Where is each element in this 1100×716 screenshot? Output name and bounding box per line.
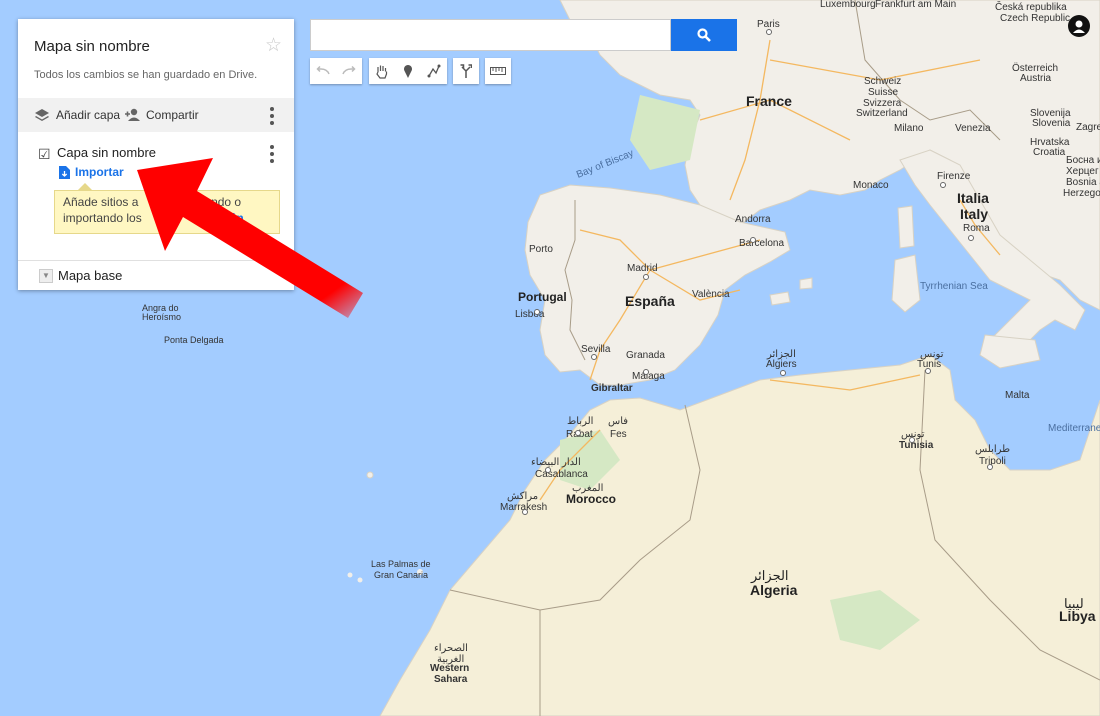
map-label-barcelona: Barcelona [739, 238, 784, 249]
map-label-slovenia: Slovenia [1032, 118, 1071, 129]
map-label-cesko: Česká republika [995, 0, 1067, 13]
tooltip-more-link[interactable]: mación [202, 211, 244, 225]
map-title[interactable]: Mapa sin nombre [34, 38, 150, 55]
map-label-milano: Milano [894, 123, 924, 134]
map-label-algeria: Algeria [750, 582, 798, 598]
map-label-mediterranean: Mediterranean [1048, 423, 1100, 434]
map-label-andorra: Andorra [735, 214, 771, 225]
save-status: Todos los cambios se han guardado en Dri… [34, 69, 258, 81]
directions-icon[interactable] [453, 58, 479, 84]
map-label-tunisia: Tunisia [899, 440, 934, 451]
map-label-venezia: Venezia [955, 123, 991, 134]
map-label-algiers: Algiers [766, 359, 797, 370]
search-icon [697, 28, 711, 42]
file-import-icon [59, 165, 70, 179]
base-map-section[interactable]: ▼ Mapa base [18, 260, 294, 291]
layer-visibility-checkbox[interactable]: ☑ [38, 146, 51, 163]
map-label-morocco: Morocco [566, 492, 616, 506]
map-label-italy: Italy [960, 206, 988, 222]
ruler-icon[interactable] [485, 58, 511, 84]
map-label-sevilla: Sevilla [581, 344, 611, 355]
account-avatar[interactable] [1068, 15, 1090, 37]
map-label-lisboa: Lisboa [515, 309, 545, 320]
map-label-roma: Roma [963, 223, 990, 234]
map-label-porto: Porto [529, 244, 553, 255]
map-label-paris: Paris [757, 19, 780, 30]
map-label-herceg2: Herzegovina [1063, 188, 1100, 199]
map-label-casablanca-ar: الدار البيضاء [531, 457, 581, 468]
layer-item: ☑ Capa sin nombre Importar Añade sitios … [18, 132, 294, 260]
map-label-bosna1: Босна и [1066, 155, 1100, 166]
map-label-las-palmas1: Las Palmas de [371, 559, 431, 569]
redo-icon[interactable] [336, 58, 362, 84]
map-label-portugal: Portugal [518, 290, 567, 304]
base-map-label: Mapa base [58, 268, 123, 283]
map-label-luxembourg: Luxembourg [820, 0, 876, 10]
map-label-suisse: Suisse [868, 87, 898, 98]
map-label-ponta-delgada: Ponta Delgada [164, 335, 224, 345]
map-label-switzerland: Switzerland [856, 108, 908, 119]
map-label-tripoli-ar: طرابلس [975, 444, 1010, 455]
add-marker-icon[interactable] [395, 58, 421, 84]
map-label-casablanca: Casablanca [535, 469, 588, 480]
draw-line-icon[interactable] [421, 58, 447, 84]
search-button[interactable] [671, 19, 737, 51]
map-label-angra2: Heroísmo [142, 312, 181, 322]
undo-icon[interactable] [310, 58, 336, 84]
map-label-libya: Libya [1059, 608, 1096, 624]
map-label-madrid: Madrid [627, 263, 658, 274]
map-label-bosna2: Bosnia and [1066, 177, 1100, 188]
share-button[interactable]: Compartir [124, 98, 199, 132]
map-label-wsahara1: Western [430, 663, 469, 674]
map-label-schweiz: Schweiz [864, 76, 901, 87]
map-label-frankfurt: Frankfurt am Main [875, 0, 956, 10]
layer-name[interactable]: Capa sin nombre [57, 145, 156, 160]
tooltip-tail [78, 183, 92, 190]
search-input[interactable] [310, 19, 671, 51]
map-label-tyrrhenian: Tyrrhenian Sea [920, 281, 988, 292]
map-side-panel: Mapa sin nombre ☆ Todos los cambios se h… [18, 19, 294, 290]
hand-icon[interactable] [369, 58, 395, 84]
tooltip-text-1: Añade sitios a [63, 195, 139, 209]
layer-toolbar: Añadir capa Compartir [18, 98, 294, 132]
add-layer-label: Añadir capa [56, 108, 121, 122]
map-label-austria: Austria [1020, 73, 1052, 84]
map-label-fes-ar: فاس [608, 416, 628, 427]
share-label: Compartir [146, 108, 199, 122]
map-label-rabat-ar: الرباط [567, 416, 593, 427]
layer-options-icon[interactable] [270, 145, 274, 163]
drawing-tools-group [369, 58, 447, 84]
map-label-zagreb: Zagreb [1076, 122, 1100, 133]
import-link[interactable]: Importar [59, 165, 124, 179]
import-label: Importar [75, 165, 124, 179]
map-label-italia: Italia [957, 190, 989, 206]
map-label-herceg1: Херцег [1066, 166, 1099, 177]
star-icon[interactable]: ☆ [265, 34, 282, 57]
tooltip-text-2: rastrando o [180, 195, 242, 209]
map-label-firenze: Firenze [937, 171, 971, 182]
map-label-espana: España [625, 293, 675, 309]
map-label-monaco: Monaco [853, 180, 889, 191]
map-label-marrakesh-ar: مراكش [507, 491, 538, 502]
layers-icon [34, 108, 50, 122]
map-label-france: France [746, 93, 792, 109]
map-label-wsahara-ar1: الصحراء [434, 643, 468, 654]
map-options-icon[interactable] [270, 107, 274, 125]
add-person-icon [124, 108, 142, 122]
map-label-gibraltar: Gibraltar [591, 383, 633, 394]
map-label-valencia: València [692, 289, 730, 300]
map-label-fes: Fes [610, 429, 627, 440]
map-label-croatia: Croatia [1033, 147, 1066, 158]
map-label-wsahara2: Sahara [434, 674, 468, 685]
add-layer-button[interactable]: Añadir capa [34, 98, 120, 132]
import-tooltip: Añade sitios a rastrando o importando los… [54, 190, 280, 234]
map-label-granada: Granada [626, 350, 665, 361]
map-label-las-palmas2: Gran Canaria [374, 570, 428, 580]
tooltip-text-3: importando los [63, 211, 142, 225]
expand-caret-icon[interactable]: ▼ [39, 269, 53, 283]
map-label-malta: Malta [1005, 390, 1030, 401]
undo-redo-group [310, 58, 362, 84]
map-label-czech: Czech Republic [1000, 13, 1070, 24]
